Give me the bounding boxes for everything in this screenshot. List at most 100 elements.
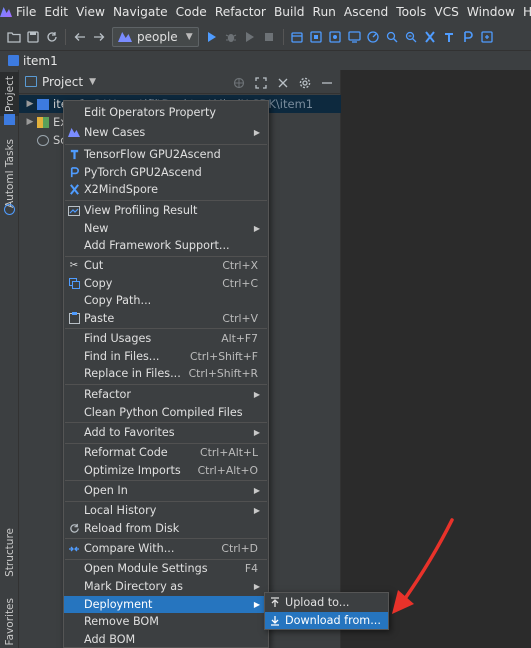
menu-item-refactor[interactable]: Refactor ▶ <box>64 386 268 404</box>
menu-item-tensorflow-gpu2ascend[interactable]: TensorFlow GPU2Ascend <box>64 146 268 164</box>
menu-item-local-history[interactable]: Local History ▶ <box>64 502 268 520</box>
main-toolbar: people ▼ <box>0 24 531 50</box>
tab-automl-tasks[interactable]: Automl Tasks <box>0 139 19 208</box>
breadcrumb-item-item1[interactable]: item1 <box>23 54 58 68</box>
menu-item-view-profiling-result[interactable]: View Profiling Result <box>64 202 268 220</box>
project-panel-title[interactable]: Project <box>42 75 83 89</box>
menu-build[interactable]: Build <box>270 0 309 24</box>
profiler-icon[interactable] <box>364 27 383 47</box>
shortcut: Ctrl+C <box>222 276 258 290</box>
stop-icon[interactable] <box>260 27 279 47</box>
menu-item-replace-in-files[interactable]: Replace in Files... Ctrl+Shift+R <box>64 365 268 383</box>
chevron-down-icon[interactable]: ▼ <box>89 77 96 87</box>
minimize-icon[interactable] <box>316 73 338 93</box>
menu-tools[interactable]: Tools <box>392 0 430 24</box>
tab-favorites[interactable]: Favorites <box>0 596 19 648</box>
menu-item-upload-to[interactable]: Upload to... <box>265 594 388 611</box>
library-icon <box>37 116 49 128</box>
run-icon[interactable] <box>203 27 222 47</box>
menu-item-deployment[interactable]: Deployment ▶ <box>64 595 268 613</box>
menu-navigate[interactable]: Navigate <box>109 0 172 24</box>
menu-window[interactable]: Window <box>463 0 519 24</box>
menu-item-edit-operators-property[interactable]: Edit Operators Property <box>64 104 268 122</box>
save-icon[interactable] <box>23 27 42 47</box>
tab-project[interactable]: Project <box>0 72 19 116</box>
project-folder-icon <box>8 55 19 66</box>
menu-item-find-in-files[interactable]: Find in Files... Ctrl+Shift+F <box>64 348 268 366</box>
menu-ascend[interactable]: Ascend <box>340 0 392 24</box>
sync-icon[interactable] <box>42 27 61 47</box>
pytorch-icon[interactable] <box>459 27 478 47</box>
menu-item-new-cases[interactable]: New Cases ▶ <box>64 124 268 142</box>
model-icon[interactable] <box>326 27 345 47</box>
menu-separator <box>65 144 267 145</box>
menu-help[interactable]: Help <box>519 0 531 24</box>
menu-item-reformat-code[interactable]: Reformat Code Ctrl+Alt+L <box>64 444 268 462</box>
open-folder-icon[interactable] <box>4 27 23 47</box>
monitor-icon[interactable] <box>345 27 364 47</box>
debug-icon[interactable] <box>222 27 241 47</box>
submenu-arrow-icon: ▶ <box>253 428 260 438</box>
menu-item-copy-path[interactable]: Copy Path... <box>64 292 268 310</box>
tensorflow-icon[interactable] <box>440 27 459 47</box>
menu-item-add-to-favorites[interactable]: Add to Favorites ▶ <box>64 424 268 442</box>
menu-code[interactable]: Code <box>172 0 211 24</box>
menu-item-download-from[interactable]: Download from... <box>265 612 388 629</box>
menu-run[interactable]: Run <box>309 0 340 24</box>
expand-all-icon[interactable] <box>250 73 272 93</box>
device-icon[interactable] <box>307 27 326 47</box>
menu-item-open-in[interactable]: Open In ▶ <box>64 482 268 500</box>
shortcut: Ctrl+X <box>222 259 258 273</box>
ascend-tool-icon[interactable] <box>288 27 307 47</box>
chevron-right-icon[interactable]: ▶ <box>23 117 37 127</box>
collapse-all-icon[interactable] <box>272 73 294 93</box>
menu-item-clean-python-compiled-files[interactable]: Clean Python Compiled Files <box>64 404 268 422</box>
search-icon[interactable] <box>383 27 402 47</box>
tab-structure[interactable]: Structure <box>0 524 19 580</box>
menu-item-optimize-imports[interactable]: Optimize Imports Ctrl+Alt+O <box>64 462 268 480</box>
menu-item-mark-directory-as[interactable]: Mark Directory as ▶ <box>64 578 268 596</box>
shortcut: Ctrl+Alt+L <box>200 446 258 460</box>
back-arrow-icon[interactable] <box>70 27 89 47</box>
menu-item-copy[interactable]: Copy Ctrl+C <box>64 275 268 293</box>
shortcut: Ctrl+Shift+F <box>189 349 258 363</box>
menu-item-add-framework-support[interactable]: Add Framework Support... <box>64 237 268 255</box>
menu-file[interactable]: File <box>12 0 40 24</box>
menu-item-add-bom[interactable]: Add BOM <box>64 631 268 648</box>
paste-icon <box>64 312 84 325</box>
forward-arrow-icon[interactable] <box>89 27 108 47</box>
menu-item-reload-from-disk[interactable]: Reload from Disk <box>64 520 268 538</box>
run-configuration-dropdown[interactable]: people ▼ <box>112 27 199 47</box>
menu-item-pytorch-gpu2ascend[interactable]: PyTorch GPU2Ascend <box>64 164 268 182</box>
menu-item-paste[interactable]: Paste Ctrl+V <box>64 310 268 328</box>
menu-item-cut[interactable]: ✂ Cut Ctrl+X <box>64 257 268 275</box>
menu-view[interactable]: View <box>72 0 109 24</box>
run-coverage-icon[interactable] <box>241 27 260 47</box>
chevron-right-icon[interactable]: ▶ <box>23 99 37 109</box>
module-folder-icon <box>37 98 49 110</box>
menu-item-open-module-settings[interactable]: Open Module Settings F4 <box>64 560 268 578</box>
menu-edit[interactable]: Edit <box>40 0 72 24</box>
automl-tab-icon <box>4 204 15 215</box>
gear-icon[interactable] <box>294 73 316 93</box>
analyze-icon[interactable] <box>402 27 421 47</box>
app-logo-icon <box>0 0 12 24</box>
profiling-icon <box>64 205 84 216</box>
menu-item-x2mindspore[interactable]: X2MindSpore <box>64 181 268 199</box>
menu-separator <box>65 538 267 539</box>
menu-vcs[interactable]: VCS <box>430 0 463 24</box>
tensorflow-icon <box>64 149 84 160</box>
compare-icon <box>64 544 84 554</box>
tab-automl-label: Automl Tasks <box>3 138 16 208</box>
tab-project-label: Project <box>3 76 16 112</box>
locate-icon[interactable] <box>228 73 250 93</box>
menu-item-remove-bom[interactable]: Remove BOM <box>64 613 268 631</box>
scissors-icon: ✂ <box>69 260 79 272</box>
operator-icon[interactable] <box>478 27 497 47</box>
menu-item-new[interactable]: New ▶ <box>64 220 268 238</box>
pytorch-icon <box>64 166 84 178</box>
x2mindspore-icon[interactable] <box>421 27 440 47</box>
menu-item-compare-with[interactable]: Compare With... Ctrl+D <box>64 540 268 558</box>
menu-refactor[interactable]: Refactor <box>211 0 270 24</box>
menu-item-find-usages[interactable]: Find Usages Alt+F7 <box>64 330 268 348</box>
